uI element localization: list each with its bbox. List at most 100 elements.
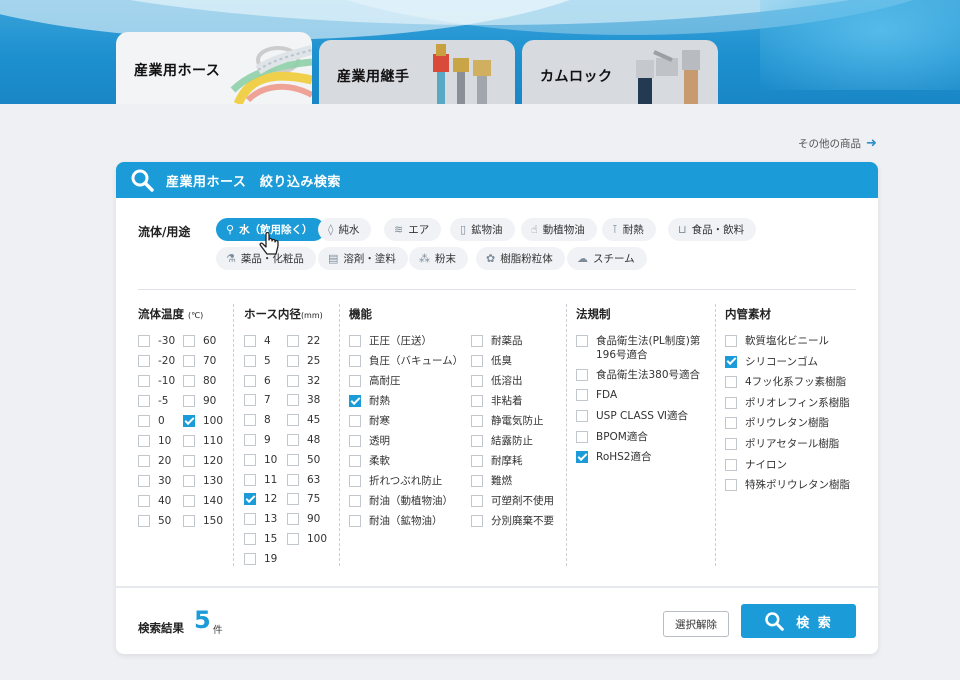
chip-air[interactable]: ≋ エア xyxy=(384,218,442,241)
chip-food[interactable]: ⊔ 食品・飲料 xyxy=(668,218,757,241)
temp-checkbox[interactable]: -20 xyxy=(138,354,175,368)
function-checkbox[interactable]: 可塑剤不使用 xyxy=(471,494,554,508)
tab-camlock[interactable]: カムロック xyxy=(522,40,718,104)
function-checkbox[interactable]: 耐油（動植物油） xyxy=(349,494,453,508)
chip-plant-oil[interactable]: ☝ 動植物油 xyxy=(521,218,597,241)
function-checkbox[interactable]: 非粘着 xyxy=(471,394,523,408)
temp-checkbox[interactable]: 60 xyxy=(183,334,216,348)
diameter-checkbox[interactable]: 25 xyxy=(287,354,320,368)
function-checkbox[interactable]: 結露防止 xyxy=(471,434,533,448)
paint-icon: ▤ xyxy=(328,252,339,265)
function-checkbox[interactable]: 透明 xyxy=(349,434,390,448)
column-separator xyxy=(715,304,716,566)
tab-industrial-hose[interactable]: 産業用ホース xyxy=(116,32,312,104)
temp-checkbox[interactable]: 40 xyxy=(138,494,171,508)
diameter-checkbox[interactable]: 100 xyxy=(287,532,327,546)
chip-solvent[interactable]: ▤ 溶剤・塗料 xyxy=(318,247,408,270)
checkbox-icon xyxy=(183,515,195,527)
diameter-checkbox[interactable]: 19 xyxy=(244,552,277,566)
regulation-checkbox[interactable]: USP CLASS Ⅵ適合 xyxy=(576,409,688,423)
regulation-checkbox[interactable]: 食品衛生法(PL制度)第 196号適合 xyxy=(576,334,700,362)
diameter-checkbox[interactable]: 13 xyxy=(244,512,277,526)
diameter-checkbox[interactable]: 38 xyxy=(287,393,320,407)
diameter-checkbox[interactable]: 63 xyxy=(287,473,320,487)
other-products-link[interactable]: その他の商品 ➜ xyxy=(798,136,877,151)
material-checkbox[interactable]: ナイロン xyxy=(725,458,787,472)
diameter-checkbox[interactable]: 4 xyxy=(244,334,271,348)
diameter-checkbox[interactable]: 9 xyxy=(244,433,271,447)
function-checkbox[interactable]: 折れつぶれ防止 xyxy=(349,474,442,488)
regulation-checkbox[interactable]: FDA xyxy=(576,388,617,402)
temp-checkbox[interactable]: 120 xyxy=(183,454,223,468)
temp-checkbox[interactable]: -5 xyxy=(138,394,168,408)
temp-checkbox[interactable]: 80 xyxy=(183,374,216,388)
diameter-checkbox[interactable]: 22 xyxy=(287,334,320,348)
function-checkbox[interactable]: 正圧（圧送） xyxy=(349,334,432,348)
function-checkbox[interactable]: 耐摩耗 xyxy=(471,454,523,468)
temp-checkbox[interactable]: 20 xyxy=(138,454,171,468)
chip-heat[interactable]: ⊺ 耐熱 xyxy=(602,218,656,241)
regulation-checkbox[interactable]: 食品衛生法380号適合 xyxy=(576,368,700,382)
material-checkbox[interactable]: ポリオレフィン系樹脂 xyxy=(725,396,850,410)
temp-checkbox[interactable]: 30 xyxy=(138,474,171,488)
diameter-checkbox[interactable]: 75 xyxy=(287,492,320,506)
diameter-checkbox[interactable]: 50 xyxy=(287,453,320,467)
regulation-checkbox[interactable]: BPOM適合 xyxy=(576,430,648,444)
diameter-checkbox[interactable]: 90 xyxy=(287,512,320,526)
temp-checkbox[interactable]: 50 xyxy=(138,514,171,528)
chip-pure-water[interactable]: ◊ 純水 xyxy=(318,218,372,241)
function-checkbox[interactable]: 分別廃棄不要 xyxy=(471,514,554,528)
function-checkbox[interactable]: 低溶出 xyxy=(471,374,523,388)
temp-checkbox[interactable]: 0 xyxy=(138,414,165,428)
chip-powder[interactable]: ⁂ 粉末 xyxy=(409,247,468,270)
function-checkbox[interactable]: 静電気防止 xyxy=(471,414,544,428)
diameter-checkbox[interactable]: 15 xyxy=(244,532,277,546)
temp-checkbox[interactable]: 140 xyxy=(183,494,223,508)
temp-checkbox[interactable]: 90 xyxy=(183,394,216,408)
material-checkbox[interactable]: ポリアセタール樹脂 xyxy=(725,437,839,451)
checkbox-label: 20 xyxy=(158,455,172,467)
material-checkbox[interactable]: 軟質塩化ビニール xyxy=(725,334,829,348)
chip-steam[interactable]: ☁ スチーム xyxy=(567,247,647,270)
diameter-checkbox[interactable]: 11 xyxy=(244,473,277,487)
search-button[interactable]: 検 索 xyxy=(741,604,856,638)
temp-checkbox[interactable]: -30 xyxy=(138,334,175,348)
diameter-checkbox[interactable]: 5 xyxy=(244,354,271,368)
material-checkbox[interactable]: ポリウレタン樹脂 xyxy=(725,416,829,430)
function-checkbox[interactable]: 柔軟 xyxy=(349,454,390,468)
function-checkbox[interactable]: 耐薬品 xyxy=(471,334,523,348)
regulation-checkbox[interactable]: RoHS2適合 xyxy=(576,450,652,464)
function-checkbox[interactable]: 難燃 xyxy=(471,474,512,488)
temp-checkbox[interactable]: 10 xyxy=(138,434,171,448)
checkbox-icon xyxy=(576,431,588,443)
temp-checkbox[interactable]: 110 xyxy=(183,434,223,448)
function-checkbox[interactable]: 負圧（バキューム） xyxy=(349,354,463,368)
temp-checkbox[interactable]: 100 xyxy=(183,414,223,428)
material-checkbox[interactable]: 特殊ポリウレタン樹脂 xyxy=(725,478,850,492)
diameter-checkbox[interactable]: 32 xyxy=(287,374,320,388)
temp-checkbox[interactable]: 150 xyxy=(183,514,223,528)
diameter-checkbox[interactable]: 8 xyxy=(244,413,271,427)
function-checkbox[interactable]: 低臭 xyxy=(471,354,512,368)
temp-checkbox[interactable]: 70 xyxy=(183,354,216,368)
function-checkbox[interactable]: 高耐圧 xyxy=(349,374,401,388)
diameter-checkbox[interactable]: 6 xyxy=(244,374,271,388)
chip-resin-granules[interactable]: ✿ 樹脂粉粒体 xyxy=(476,247,565,270)
temp-checkbox[interactable]: 130 xyxy=(183,474,223,488)
diameter-checkbox[interactable]: 12 xyxy=(244,492,277,506)
clear-selection-button[interactable]: 選択解除 xyxy=(663,611,729,637)
diameter-checkbox[interactable]: 10 xyxy=(244,453,277,467)
diameter-checkbox[interactable]: 7 xyxy=(244,393,271,407)
tab-industrial-fittings[interactable]: 産業用継手 xyxy=(319,40,515,104)
diameter-checkbox[interactable]: 48 xyxy=(287,433,320,447)
checkbox-icon xyxy=(244,374,256,387)
function-checkbox[interactable]: 耐寒 xyxy=(349,414,390,428)
function-checkbox[interactable]: 耐熱 xyxy=(349,394,390,408)
checkbox-icon xyxy=(471,415,483,427)
material-checkbox[interactable]: 4フッ化系フッ素樹脂 xyxy=(725,375,846,389)
temp-checkbox[interactable]: -10 xyxy=(138,374,175,388)
material-checkbox[interactable]: シリコーンゴム xyxy=(725,355,818,369)
diameter-checkbox[interactable]: 45 xyxy=(287,413,320,427)
function-checkbox[interactable]: 耐油（鉱物油） xyxy=(349,514,443,528)
chip-mineral-oil[interactable]: ▯ 鉱物油 xyxy=(450,218,515,241)
